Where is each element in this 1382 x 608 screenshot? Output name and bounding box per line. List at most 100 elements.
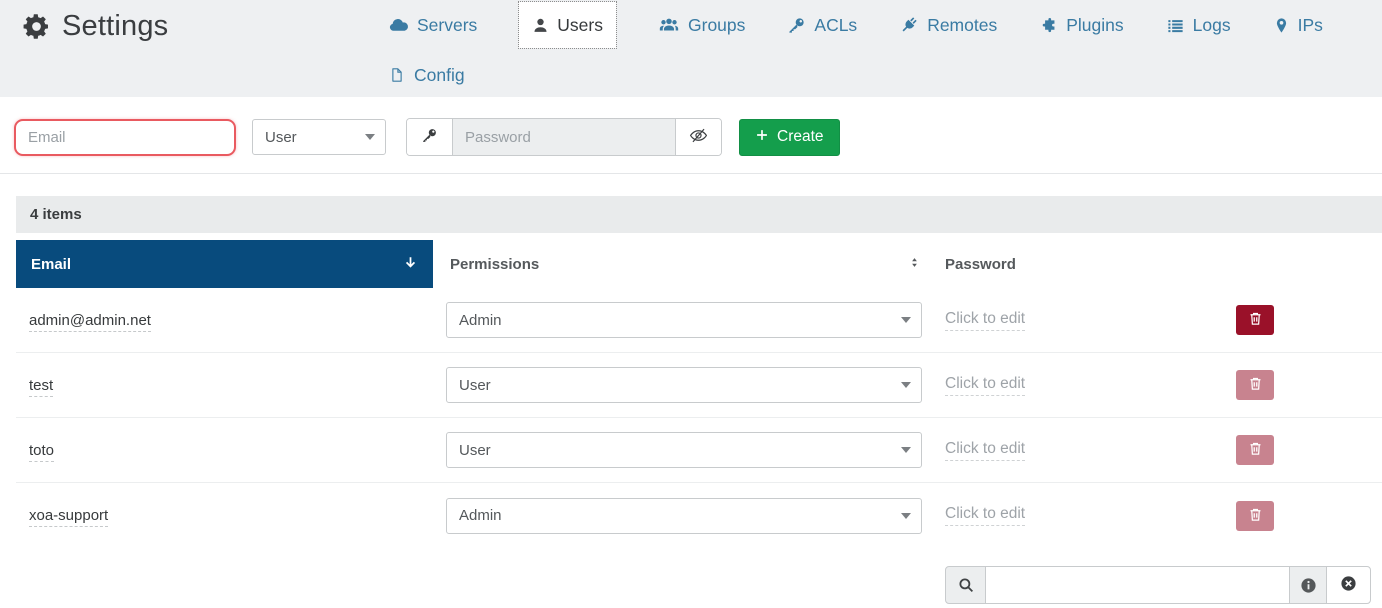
sort-descending-icon <box>403 255 418 274</box>
row-permission-select[interactable]: Admin <box>446 498 922 534</box>
file-icon <box>388 66 406 84</box>
row-permission-select[interactable]: User <box>446 367 922 403</box>
cloud-icon <box>388 15 409 36</box>
password-edit-link[interactable]: Click to edit <box>945 440 1025 461</box>
table-row: toto User Click to edit <box>16 418 1382 483</box>
filter-group <box>945 566 1371 604</box>
table-row: xoa-support Admin Click to edit <box>16 483 1382 548</box>
delete-user-button[interactable] <box>1236 305 1274 335</box>
email-field[interactable] <box>14 119 236 156</box>
user-email-editable[interactable]: toto <box>29 442 54 462</box>
tab-config[interactable]: Config <box>388 50 465 100</box>
group-icon <box>658 14 680 36</box>
chevron-down-icon <box>901 513 911 519</box>
table-filter-bar <box>0 566 1382 604</box>
delete-user-button[interactable] <box>1236 501 1274 531</box>
tab-label: ACLs <box>814 15 857 36</box>
column-header-permissions[interactable]: Permissions <box>433 240 931 288</box>
password-group <box>406 118 722 156</box>
permission-select-value: User <box>265 129 297 146</box>
tab-remotes[interactable]: Remotes <box>899 0 997 50</box>
password-edit-link[interactable]: Click to edit <box>945 310 1025 331</box>
tab-label: Servers <box>417 15 477 36</box>
header: Settings Servers Users Groups ACLs Remot… <box>0 0 1382 97</box>
user-password-cell: Click to edit <box>931 305 1382 335</box>
toggle-password-visibility-button[interactable] <box>675 119 721 155</box>
chevron-down-icon <box>901 317 911 323</box>
tab-logs[interactable]: Logs <box>1166 0 1231 50</box>
clear-filter-button[interactable] <box>1326 566 1371 604</box>
user-email-cell: xoa-support <box>16 507 433 524</box>
close-icon <box>1340 575 1357 595</box>
column-header-email[interactable]: Email <box>16 240 433 288</box>
settings-nav: Servers Users Groups ACLs Remotes Plugin… <box>388 0 1338 100</box>
column-header-password: Password <box>931 240 1382 288</box>
filter-input[interactable] <box>985 566 1290 604</box>
tab-ips[interactable]: IPs <box>1273 0 1323 50</box>
plug-icon <box>899 15 919 35</box>
page-title: Settings <box>22 0 168 52</box>
delete-user-button[interactable] <box>1236 370 1274 400</box>
tab-label: IPs <box>1298 15 1323 36</box>
tab-plugins[interactable]: Plugins <box>1039 0 1123 50</box>
permission-select[interactable]: User <box>252 119 386 155</box>
row-permission-value: Admin <box>459 312 502 329</box>
list-icon <box>1166 16 1185 35</box>
user-permission-cell: User <box>433 367 931 403</box>
password-edit-link[interactable]: Click to edit <box>945 375 1025 396</box>
user-permission-cell: User <box>433 432 931 468</box>
password-edit-link[interactable]: Click to edit <box>945 505 1025 526</box>
plus-icon <box>755 128 769 147</box>
key-icon <box>787 16 806 35</box>
generate-password-button[interactable] <box>407 119 453 155</box>
map-pin-icon <box>1273 17 1290 34</box>
chevron-down-icon <box>901 382 911 388</box>
tab-servers[interactable]: Servers <box>388 0 477 50</box>
user-email-cell: test <box>16 377 433 394</box>
tab-groups[interactable]: Groups <box>658 0 745 50</box>
tab-users[interactable]: Users <box>519 2 616 48</box>
puzzle-icon <box>1039 16 1058 35</box>
user-password-cell: Click to edit <box>931 435 1382 465</box>
password-field[interactable] <box>453 119 675 155</box>
row-permission-select[interactable]: Admin <box>446 302 922 338</box>
user-password-cell: Click to edit <box>931 370 1382 400</box>
table-header-row: Email Permissions Password <box>16 240 1382 288</box>
create-button[interactable]: Create <box>739 119 840 156</box>
row-permission-value: Admin <box>459 507 502 524</box>
key-icon <box>421 127 438 147</box>
create-button-label: Create <box>777 128 824 146</box>
sort-icon <box>908 255 921 274</box>
settings-page: Settings Servers Users Groups ACLs Remot… <box>0 0 1382 604</box>
user-email-editable[interactable]: test <box>29 377 53 397</box>
user-email-cell: toto <box>16 442 433 459</box>
items-count-band: 4 items <box>16 196 1382 233</box>
tab-label: Plugins <box>1066 15 1123 36</box>
row-permission-select[interactable]: User <box>446 432 922 468</box>
delete-user-button[interactable] <box>1236 435 1274 465</box>
tab-label: Remotes <box>927 15 997 36</box>
user-password-cell: Click to edit <box>931 501 1382 531</box>
column-label: Password <box>945 256 1016 273</box>
tab-acls[interactable]: ACLs <box>787 0 857 50</box>
user-email-editable[interactable]: admin@admin.net <box>29 312 151 332</box>
create-user-form: User Create <box>14 118 1382 156</box>
page-title-text: Settings <box>62 10 168 43</box>
tab-label: Users <box>557 15 603 36</box>
search-icon <box>945 566 986 604</box>
trash-icon <box>1248 376 1263 394</box>
users-panel: User Create 4 items <box>0 118 1382 604</box>
chevron-down-icon <box>901 447 911 453</box>
user-email-editable[interactable]: xoa-support <box>29 507 108 527</box>
chevron-down-icon <box>365 134 375 140</box>
users-table: Email Permissions Password admin@admin.n… <box>16 240 1382 548</box>
trash-icon <box>1248 311 1263 329</box>
user-icon <box>532 17 549 34</box>
items-count: 4 items <box>30 206 82 223</box>
row-permission-value: User <box>459 442 491 459</box>
eye-slash-icon <box>689 126 708 148</box>
info-icon <box>1289 566 1327 604</box>
column-label: Email <box>31 256 71 273</box>
gear-icon <box>22 12 51 41</box>
trash-icon <box>1248 507 1263 525</box>
